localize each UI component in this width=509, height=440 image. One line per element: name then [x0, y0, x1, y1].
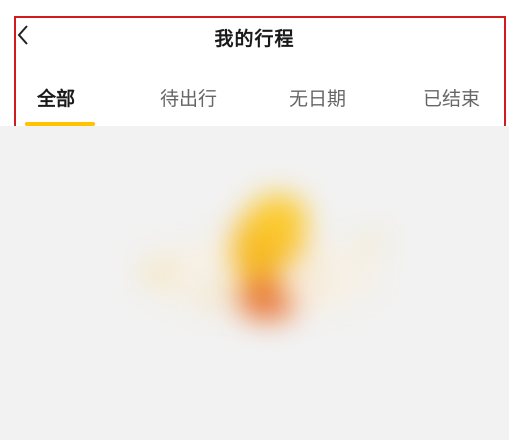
tab-bar: 全部 待出行 无日期 已结束 [0, 84, 509, 114]
tab-no-date[interactable]: 无日期 [289, 84, 346, 111]
empty-state-illustration [140, 194, 389, 320]
tab-upcoming[interactable]: 待出行 [160, 84, 217, 111]
tab-all[interactable]: 全部 [37, 84, 75, 111]
tab-finished[interactable]: 已结束 [423, 84, 480, 111]
page-title: 我的行程 [214, 28, 295, 50]
top-header: 我的行程 全部 待出行 无日期 已结束 [0, 0, 509, 126]
